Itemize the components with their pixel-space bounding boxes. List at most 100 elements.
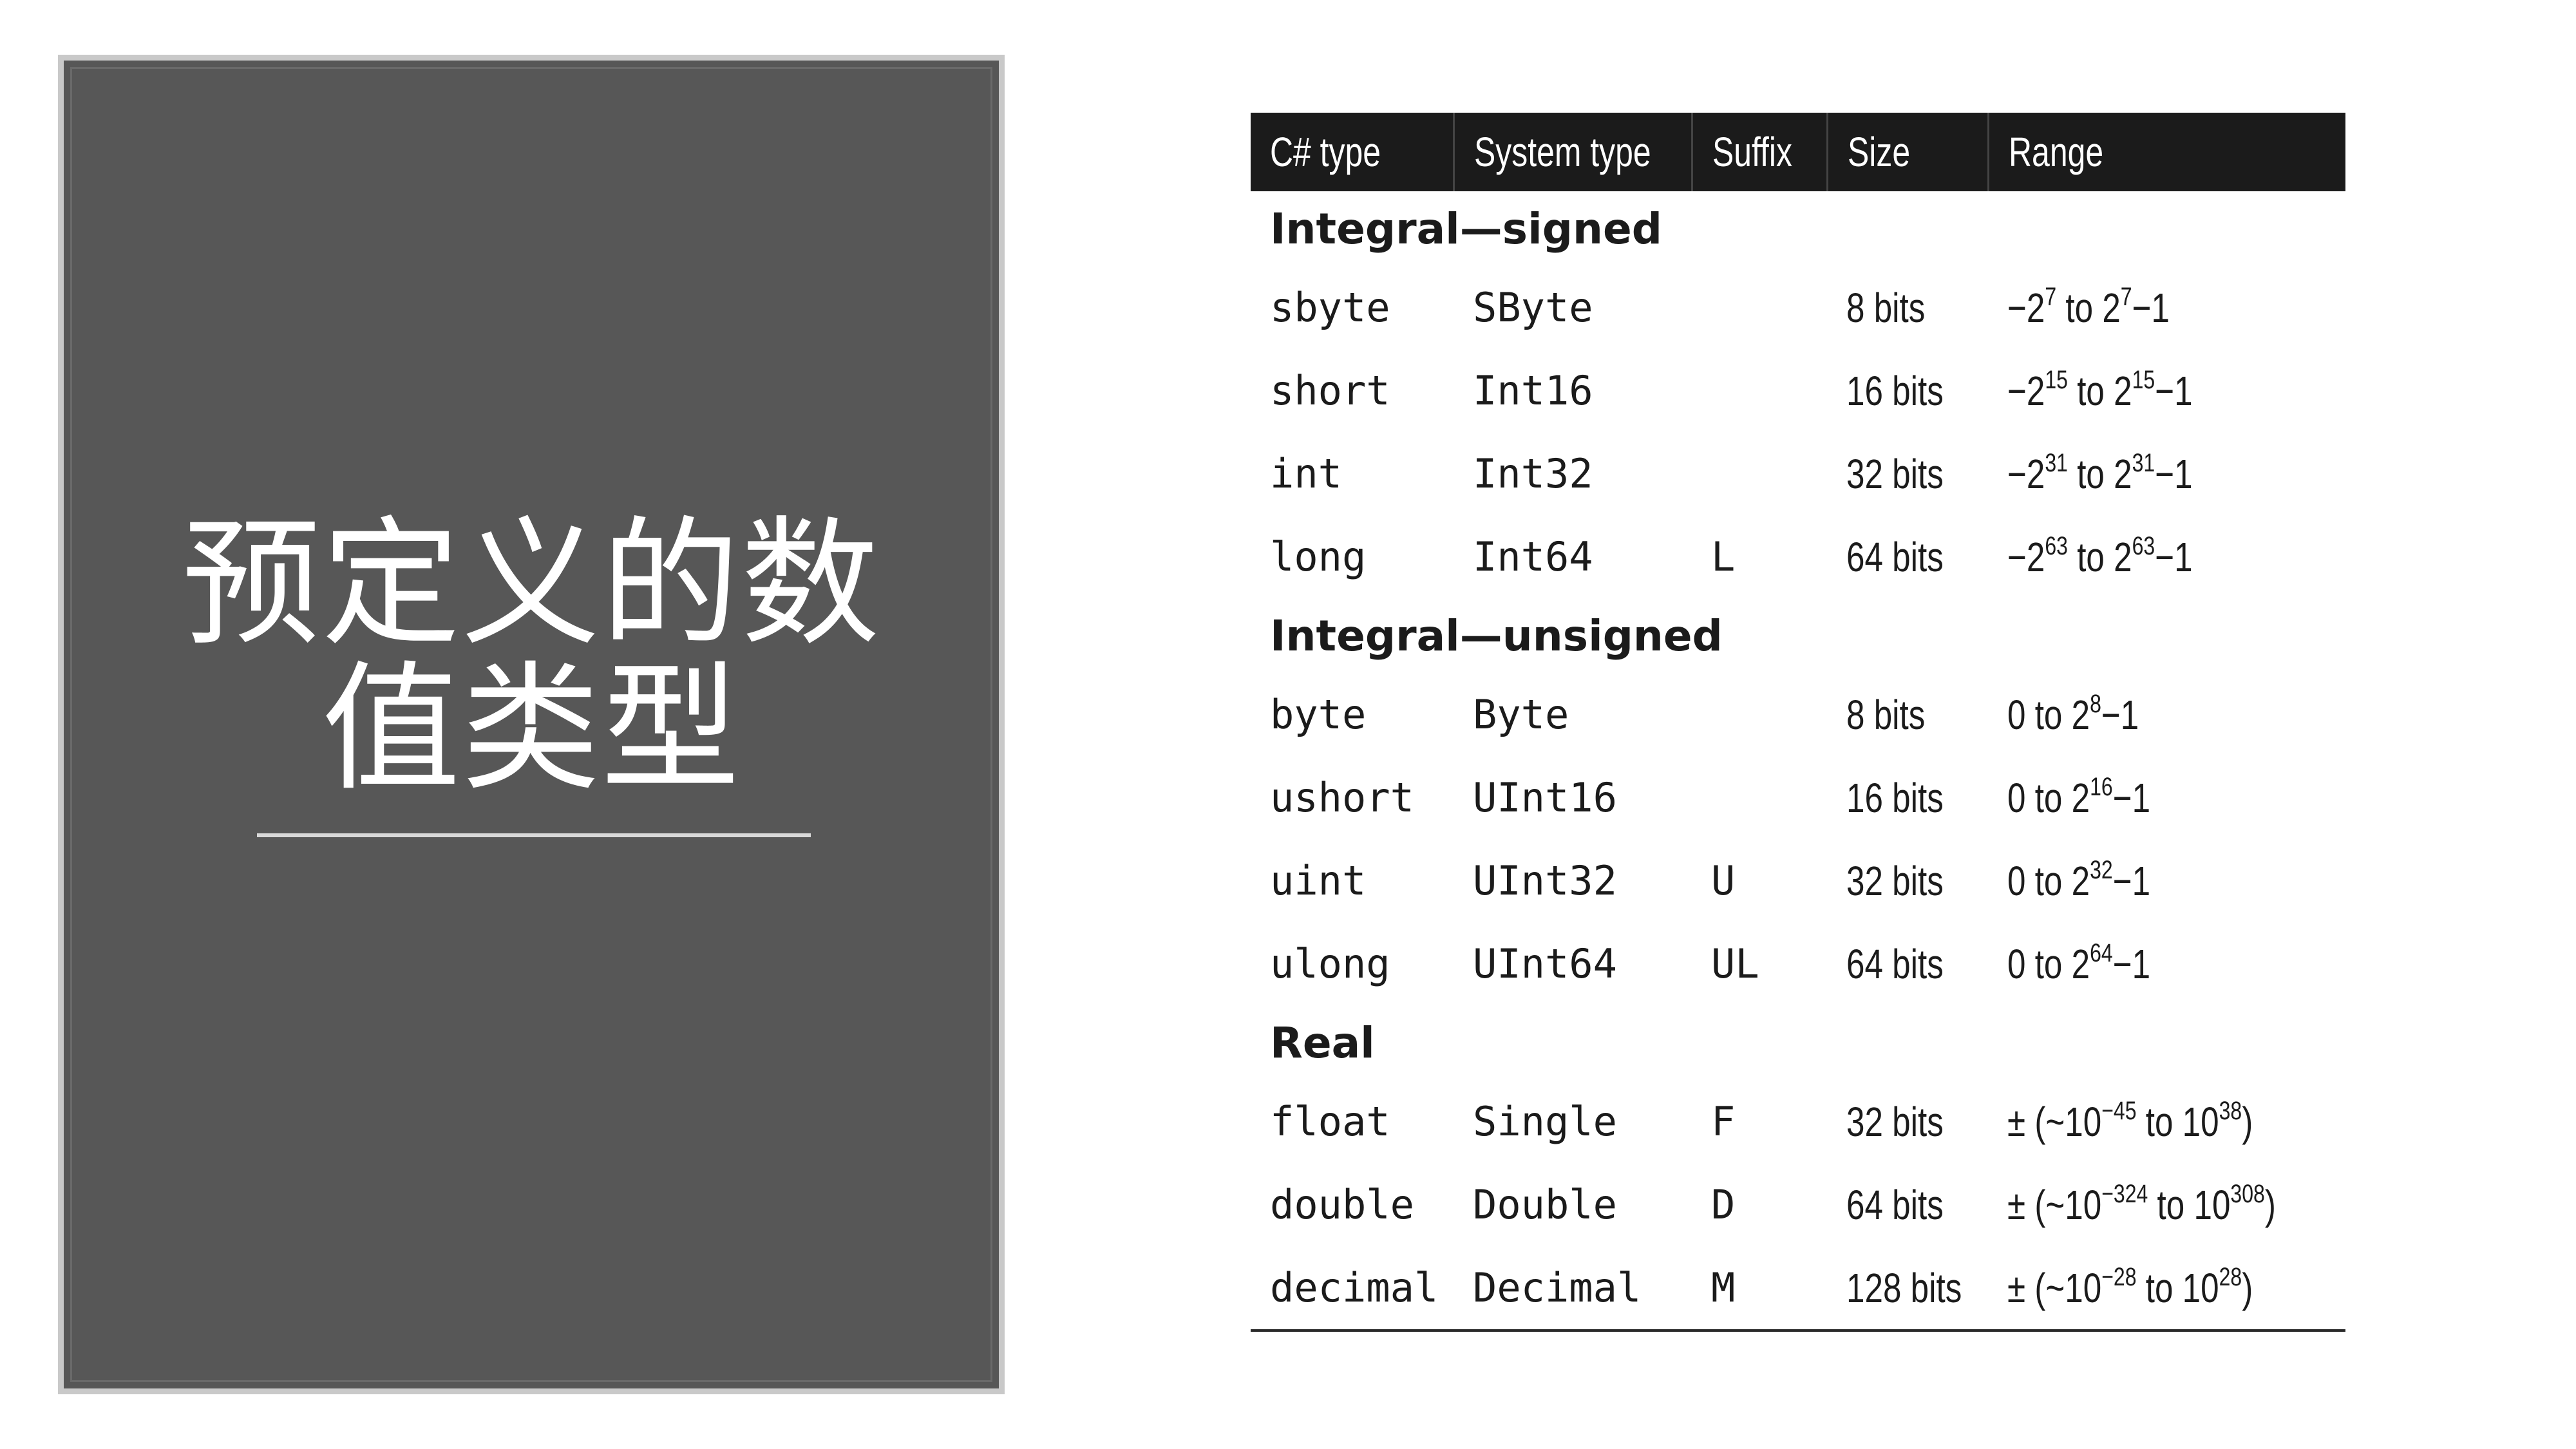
cell-suffix (1692, 432, 1827, 515)
cell-size: 64 bits (1846, 533, 1944, 580)
range-exponent: 308 (2230, 1179, 2265, 1208)
range-text: to 10 (2136, 1098, 2219, 1145)
header-size: Size (1827, 113, 1989, 191)
group-row: Integral—unsigned (1251, 598, 2345, 673)
cell-system-type: Int64 (1473, 533, 1593, 580)
cell-suffix: M (1692, 1246, 1827, 1332)
range-text: to 10 (2136, 1264, 2219, 1311)
cell-size: 32 bits (1846, 450, 1944, 497)
range-text: −1 (2112, 774, 2151, 821)
cell-range: 0 to 264−1 (1988, 922, 2345, 1005)
range-text: 0 to 2 (2007, 691, 2090, 738)
cell-suffix: U (1711, 857, 1736, 904)
range-text: to 2 (2056, 284, 2121, 331)
cell-range: −215 to 215−1 (1988, 349, 2345, 432)
range-text: −2 (2007, 533, 2045, 580)
cell-suffix: F (1711, 1098, 1736, 1145)
range-text: ± (~10 (2007, 1181, 2102, 1228)
group-label: Real (1270, 1018, 1375, 1068)
cell-cs-type: decimal (1251, 1246, 1454, 1332)
slide: 预定义的数 值类型 C# type System type Suffix Siz… (0, 0, 2576, 1449)
range-exponent: 28 (2219, 1262, 2242, 1291)
table-row: ulong UInt64 UL 64 bits 0 to 264−1 (1251, 922, 2345, 1005)
range-exponent: 64 (2090, 938, 2113, 967)
table-row: byte Byte 8 bits 0 to 28−1 (1251, 673, 2345, 756)
range-exponent: 8 (2090, 689, 2101, 718)
range-text: −2 (2007, 450, 2045, 497)
cell-cs-type: sbyte (1270, 284, 1390, 331)
cell-size: 32 bits (1846, 857, 1944, 904)
title-panel: 预定义的数 值类型 (58, 55, 1005, 1394)
range-text: −1 (2155, 450, 2193, 497)
cell-suffix (1692, 756, 1827, 839)
cell-suffix (1692, 349, 1827, 432)
range-exponent: 32 (2090, 855, 2113, 884)
cell-cs-type: float (1270, 1098, 1390, 1145)
cell-suffix (1692, 673, 1827, 756)
range-text: −1 (2155, 367, 2193, 414)
range-text: ) (2242, 1098, 2253, 1145)
range-text: ± (~10 (2007, 1264, 2102, 1311)
group-label: Integral—unsigned (1270, 611, 1723, 661)
cell-system-type: UInt64 (1473, 940, 1617, 987)
cell-range: −263 to 263−1 (1988, 515, 2345, 598)
table-header-row: C# type System type Suffix Size Range (1251, 113, 2345, 191)
title-underline (257, 833, 811, 837)
header-suffix: Suffix (1692, 113, 1828, 191)
range-text: 0 to 2 (2007, 774, 2090, 821)
cell-cs-type: uint (1270, 857, 1367, 904)
range-text: −1 (2112, 940, 2151, 987)
cell-system-type: Int32 (1473, 450, 1593, 497)
table-row: double Double D 64 bits ± (~10−324 to 10308) (1251, 1163, 2345, 1246)
group-row: Integral—signed (1251, 191, 2345, 266)
header-range: Range (1988, 113, 2345, 191)
cell-size: 128 bits (1827, 1246, 1988, 1332)
range-text: −1 (2101, 691, 2139, 738)
range-exponent: −324 (2101, 1179, 2148, 1208)
cell-system-type: Decimal (1454, 1246, 1692, 1332)
cell-system-type: Single (1473, 1098, 1617, 1145)
cell-suffix (1692, 266, 1827, 349)
table-row: ushort UInt16 16 bits 0 to 216−1 (1251, 756, 2345, 839)
cell-size: 32 bits (1846, 1098, 1944, 1145)
cell-system-type: Double (1473, 1181, 1617, 1228)
cell-cs-type: short (1270, 367, 1390, 414)
range-exponent: 7 (2120, 282, 2132, 311)
table-row: long Int64 L 64 bits −263 to 263−1 (1251, 515, 2345, 598)
cell-size: 16 bits (1846, 774, 1944, 821)
cell-range: ± (~10−45 to 1038) (1988, 1080, 2345, 1163)
range-exponent: −28 (2101, 1262, 2137, 1291)
table-row: float Single F 32 bits ± (~10−45 to 1038) (1251, 1080, 2345, 1163)
cell-suffix: UL (1711, 940, 1759, 987)
range-text: to 10 (2148, 1181, 2231, 1228)
range-text: ) (2264, 1181, 2276, 1228)
cell-range: −27 to 27−1 (1988, 266, 2345, 349)
range-exponent: −45 (2101, 1096, 2137, 1125)
range-text: −1 (2155, 533, 2193, 580)
range-text: to 2 (2067, 367, 2132, 414)
range-exponent: 31 (2045, 448, 2068, 477)
cell-size: 16 bits (1846, 367, 1944, 414)
range-exponent: 16 (2090, 772, 2113, 801)
cell-range: −231 to 231−1 (1988, 432, 2345, 515)
range-exponent: 31 (2132, 448, 2155, 477)
range-text: ± (~10 (2007, 1098, 2102, 1145)
cell-cs-type: int (1270, 450, 1342, 497)
range-exponent: 38 (2219, 1096, 2242, 1125)
cell-system-type: SByte (1473, 284, 1593, 331)
cell-cs-type: double (1270, 1181, 1414, 1228)
range-text: to 2 (2067, 450, 2132, 497)
range-text: −2 (2007, 284, 2045, 331)
cell-size: 8 bits (1846, 284, 1926, 331)
table-row: int Int32 32 bits −231 to 231−1 (1251, 432, 2345, 515)
slide-title: 预定义的数 值类型 (182, 503, 881, 810)
range-text: 0 to 2 (2007, 940, 2090, 987)
cell-system-type: UInt16 (1473, 774, 1617, 821)
range-text: ) (2242, 1264, 2253, 1311)
cell-size: 8 bits (1846, 691, 1926, 738)
table-row: uint UInt32 U 32 bits 0 to 232−1 (1251, 839, 2345, 922)
cell-suffix: L (1711, 533, 1736, 580)
cell-range: ± (~10−324 to 10308) (1988, 1163, 2345, 1246)
range-text: −1 (2112, 857, 2151, 904)
header-system-type: System type (1454, 113, 1693, 191)
